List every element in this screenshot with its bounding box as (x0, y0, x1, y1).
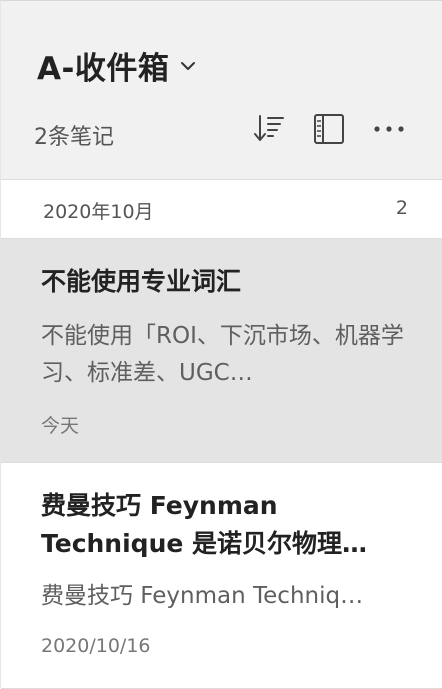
chevron-down-icon (179, 57, 197, 75)
notebook-header: A-收件箱 2条笔记 (1, 1, 442, 180)
more-icon (372, 112, 406, 150)
group-date-label: 2020年10月 (43, 201, 154, 223)
notes-list-panel: A-收件箱 2条笔记 2020年10月 2 不能使用专业词汇 不能使用「ROI、… (0, 0, 442, 689)
note-card[interactable]: 费曼技巧 Feynman Technique 是诺贝尔物理… 费曼技巧 Feyn… (1, 463, 442, 689)
note-snippet: 不能使用「ROI、下沉市场、机器学习、标准差、UGC… (41, 323, 404, 386)
sort-icon (252, 112, 286, 150)
notebook-title-dropdown[interactable]: A-收件箱 (37, 43, 197, 88)
list-view-icon (312, 112, 346, 150)
notebook-title: A-收件箱 (37, 51, 170, 87)
note-date: 2020/10/16 (41, 635, 151, 657)
more-options-button[interactable] (372, 114, 406, 148)
group-note-count: 2 (395, 197, 408, 219)
note-count: 2条笔记 (34, 125, 114, 150)
note-title: 不能使用专业词汇 (41, 267, 242, 296)
view-toggle-button[interactable] (312, 114, 346, 148)
note-card-selected[interactable]: 不能使用专业词汇 不能使用「ROI、下沉市场、机器学习、标准差、UGC… 今天 (1, 239, 442, 463)
sort-button[interactable] (252, 114, 286, 148)
note-date: 今天 (41, 415, 80, 437)
note-title: 费曼技巧 Feynman Technique 是诺贝尔物理… (41, 491, 368, 558)
list-toolbar (252, 114, 406, 148)
note-snippet: 费曼技巧 Feynman Techniq… (41, 583, 364, 609)
date-group-header: 2020年10月 2 (1, 180, 442, 239)
